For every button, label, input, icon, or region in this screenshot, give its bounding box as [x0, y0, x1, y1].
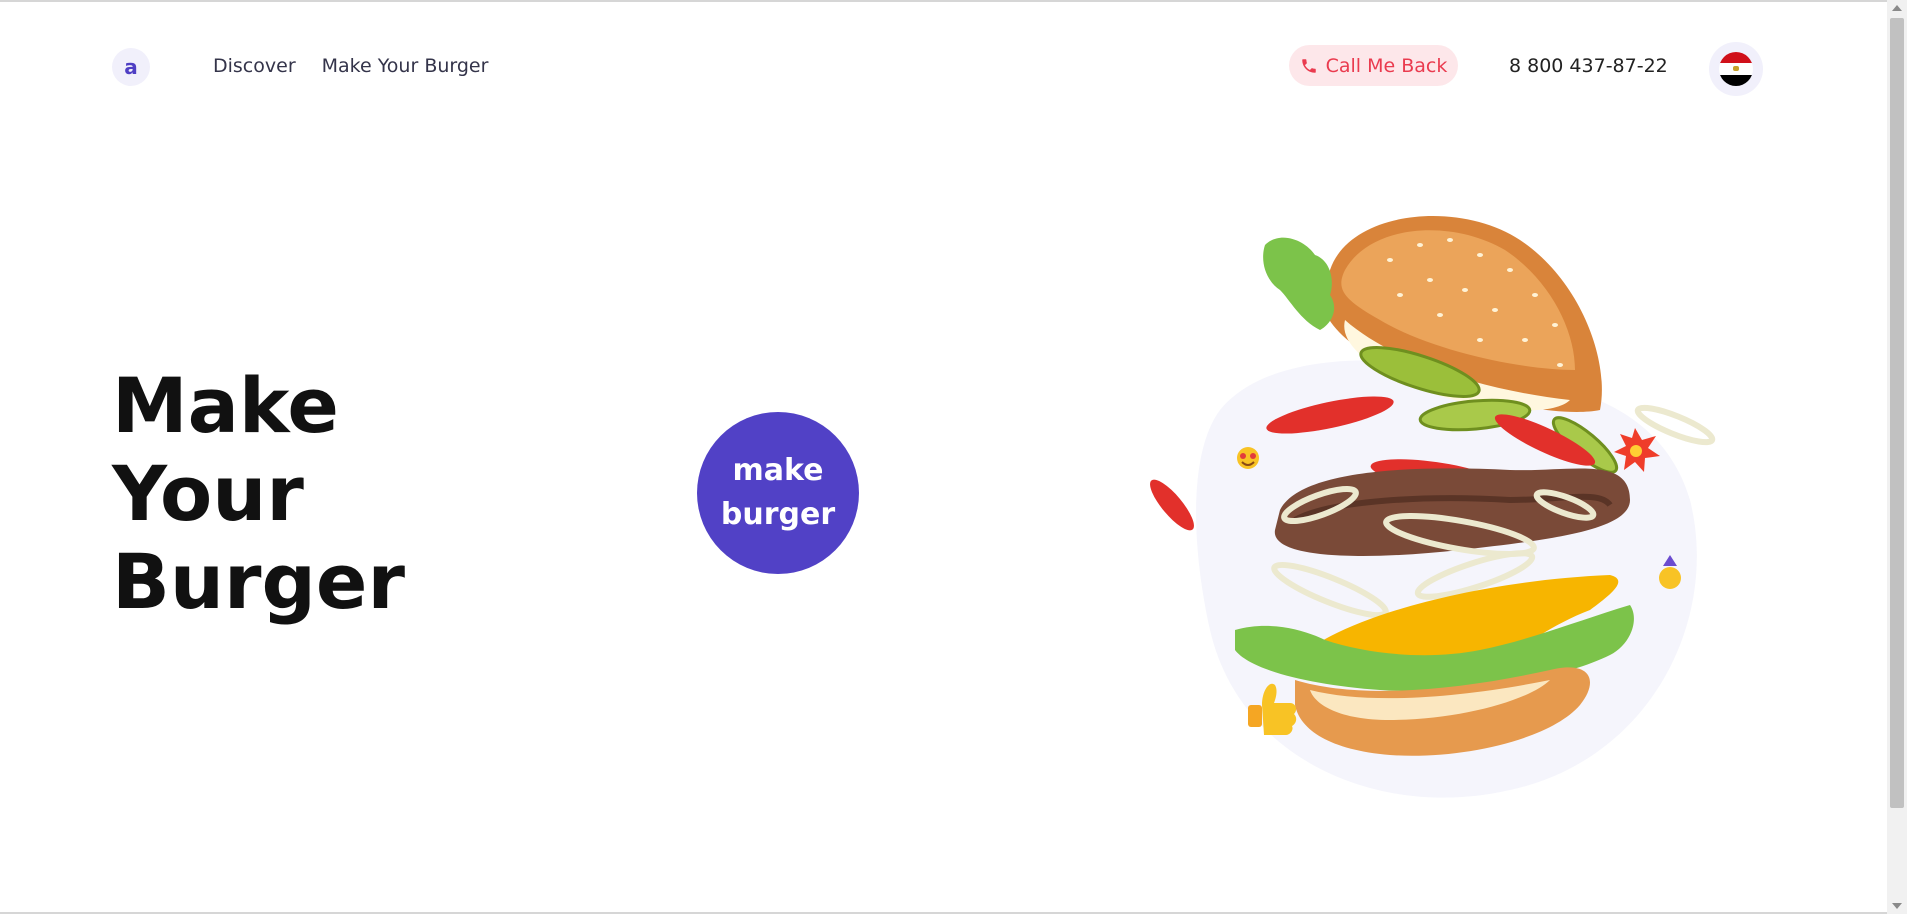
- call-me-back-label: Call Me Back: [1325, 54, 1448, 77]
- make-burger-line2: burger: [720, 497, 836, 532]
- make-burger-button[interactable]: make burger: [697, 412, 859, 574]
- main-nav: Discover Make Your Burger: [213, 55, 488, 77]
- nav-make-your-burger[interactable]: Make Your Burger: [322, 55, 489, 77]
- tomato-4: [1150, 479, 1194, 531]
- scroll-down-arrow-icon[interactable]: [1892, 903, 1902, 909]
- phone-number[interactable]: 8 800 437-87-22: [1509, 55, 1668, 77]
- heart-eyes-emoji-icon: [1237, 447, 1259, 469]
- scrollbar-thumb[interactable]: [1890, 18, 1904, 808]
- phone-icon: [1301, 58, 1316, 73]
- burger-illustration: [1150, 216, 1716, 798]
- hero-title: Make Your Burger: [112, 361, 405, 626]
- scrollbar[interactable]: [1887, 0, 1907, 914]
- language-selector[interactable]: [1709, 42, 1763, 96]
- call-me-back-button[interactable]: Call Me Back: [1289, 45, 1458, 86]
- egypt-flag-icon: [1719, 52, 1753, 86]
- nav-discover[interactable]: Discover: [213, 55, 296, 77]
- scroll-up-arrow-icon[interactable]: [1892, 5, 1902, 11]
- top-lettuce: [1263, 237, 1335, 330]
- make-burger-line1: make: [732, 453, 824, 488]
- logo[interactable]: a: [112, 48, 150, 86]
- logo-letter: a: [124, 55, 138, 79]
- top-border: [0, 0, 1887, 2]
